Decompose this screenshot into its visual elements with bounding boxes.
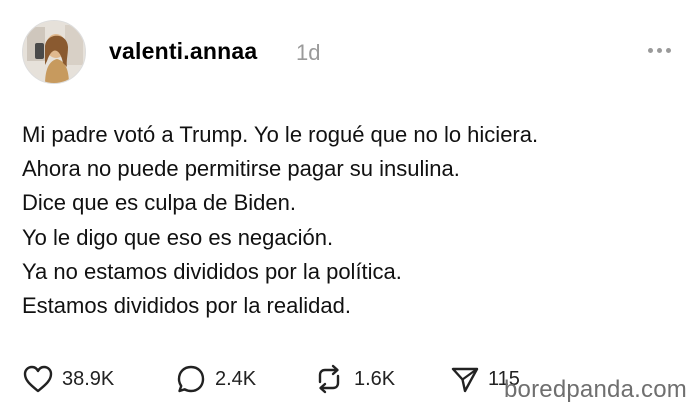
like-count: 38.9K	[62, 367, 115, 390]
username[interactable]: valenti.annaa	[109, 38, 257, 65]
repost-count: 1.6K	[354, 367, 396, 390]
watermark: boredpanda.com	[504, 376, 687, 403]
repost-button[interactable]: 1.6K	[312, 362, 395, 396]
like-button[interactable]: 38.9K	[22, 362, 114, 396]
more-options-icon[interactable]	[648, 44, 674, 56]
comment-count: 2.4K	[215, 367, 257, 390]
post-text-line: Yo le digo que eso es negación.	[22, 224, 334, 250]
post-text-line: Mi padre votó a Trump. Yo le rogué que n…	[22, 122, 539, 147]
repost-icon	[318, 364, 340, 394]
speech-bubble-icon	[177, 365, 205, 393]
post-text: Mi padre votó a Trump. Yo le rogué que n…	[22, 118, 682, 323]
post-timestamp: 1d	[296, 40, 321, 65]
heart-icon	[23, 365, 53, 393]
post-text-line: Dice que es culpa de Biden.	[22, 190, 296, 216]
send-icon	[451, 367, 479, 393]
avatar[interactable]	[22, 20, 86, 84]
post-text-line: Estamos divididos por la realidad.	[22, 293, 351, 319]
post-text-line: Ya no estamos divididos por la política.	[22, 258, 402, 284]
post-text-line: Ahora no puede permitirse pagar su insul…	[22, 156, 460, 182]
comment-button[interactable]: 2.4K	[175, 362, 256, 396]
